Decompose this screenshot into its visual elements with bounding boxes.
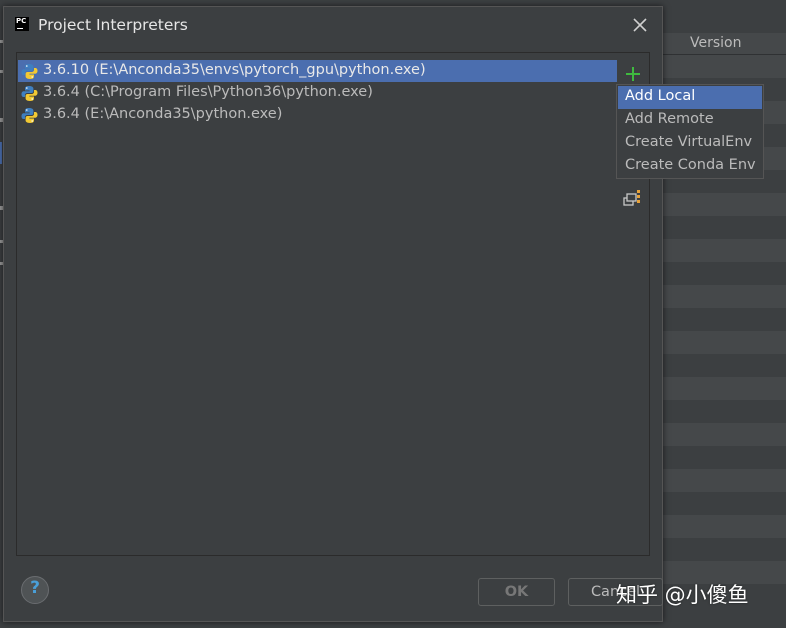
zhihu-watermark: 知乎 @小傻鱼	[616, 583, 749, 607]
background-table-row	[662, 308, 786, 331]
menu-item-label: Add Remote	[625, 111, 714, 127]
background-table-row	[662, 469, 786, 492]
interpreter-row[interactable]: 3.6.10 (E:\Anconda35\envs\pytorch_gpu\py…	[18, 60, 617, 82]
interpreter-list: 3.6.10 (E:\Anconda35\envs\pytorch_gpu\py…	[16, 52, 619, 556]
add-interpreter-menu: Add Local Add Remote Create VirtualEnv Crea…	[616, 84, 764, 179]
interpreter-row[interactable]: 3.6.4 (E:\Anconda35\python.exe)	[18, 104, 617, 126]
python-icon	[21, 63, 38, 80]
pycharm-icon: PC	[15, 17, 29, 31]
background-table-row	[662, 515, 786, 538]
background-table-row	[662, 423, 786, 446]
background-table-row	[662, 331, 786, 354]
help-icon: ?	[30, 578, 40, 598]
pycharm-icon-text: PC	[16, 17, 27, 25]
interpreter-label: 3.6.4 (E:\Anconda35\python.exe)	[43, 106, 283, 122]
background-table-row	[662, 262, 786, 285]
add-interpreter-button[interactable]	[623, 64, 643, 84]
background-table-row	[662, 193, 786, 216]
python-icon	[21, 107, 38, 124]
menu-item-add-remote[interactable]: Add Remote	[618, 109, 762, 132]
background-table-row	[662, 354, 786, 377]
menu-item-label: Create VirtualEnv	[625, 134, 753, 150]
menu-item-create-virtualenv[interactable]: Create VirtualEnv	[618, 132, 762, 155]
version-column-header: Version	[662, 33, 786, 55]
background-table-row	[662, 400, 786, 423]
close-icon	[633, 18, 647, 32]
interpreter-label: 3.6.4 (C:\Program Files\Python36\python.…	[43, 84, 373, 100]
menu-item-label: Add Local	[625, 88, 696, 104]
ok-button[interactable]: OK	[478, 578, 555, 606]
show-paths-button[interactable]	[623, 188, 643, 208]
background-table-row	[662, 55, 786, 78]
interpreter-row[interactable]: 3.6.4 (C:\Program Files\Python36\python.…	[18, 82, 617, 104]
background-table-row	[662, 285, 786, 308]
background-table-row	[662, 377, 786, 400]
background-table-row	[662, 216, 786, 239]
background-table-row	[662, 492, 786, 515]
help-button[interactable]: ?	[21, 576, 49, 604]
menu-item-label: Create Conda Env	[625, 157, 756, 173]
background-table-row	[662, 446, 786, 469]
close-button[interactable]	[629, 14, 651, 36]
background-table-row	[662, 239, 786, 262]
menu-item-create-conda-env[interactable]: Create Conda Env	[618, 155, 762, 178]
python-icon	[21, 85, 38, 102]
dialog-title: Project Interpreters	[38, 16, 188, 34]
menu-item-add-local[interactable]: Add Local	[618, 86, 762, 109]
version-column-label: Version	[690, 35, 742, 51]
background-table-row	[662, 538, 786, 561]
interpreter-paths-icon	[623, 190, 640, 206]
plus-icon	[626, 67, 640, 81]
interpreter-label: 3.6.10 (E:\Anconda35\envs\pytorch_gpu\py…	[43, 62, 426, 78]
dialog-titlebar: PC Project Interpreters	[4, 7, 662, 45]
project-interpreters-dialog: PC Project Interpreters 3.6.10 (E:\Ancon…	[3, 6, 663, 622]
